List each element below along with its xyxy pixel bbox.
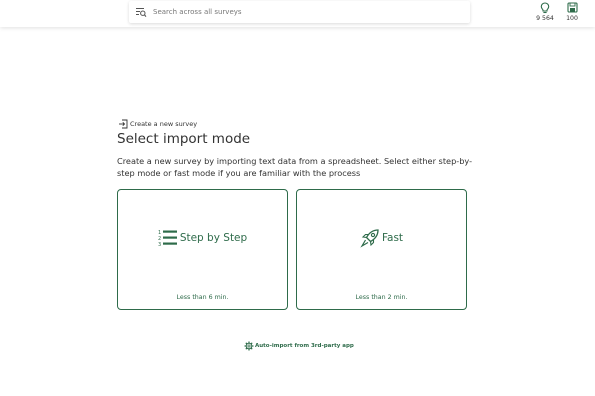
page-description: Create a new survey by importing text da… [117,156,473,178]
numbered-list-icon: 1 2 3 [158,229,178,247]
fast-card[interactable]: Fast Less than 2 min. [296,189,467,310]
auto-import-link[interactable]: Auto-import from 3rd-party app [244,341,354,351]
auto-import-label: Auto-import from 3rd-party app [255,343,354,349]
breadcrumb[interactable]: Create a new survey [118,119,197,129]
search-list-icon [135,6,147,18]
step-by-step-label: Step by Step [179,232,248,244]
gear-icon [244,341,254,351]
search-input[interactable]: Search across all surveys [153,8,242,16]
svg-text:3: 3 [158,242,161,247]
save-count: 100 [566,15,578,22]
search-bar[interactable]: Search across all surveys [129,1,470,23]
rocket-icon [360,228,380,248]
lightbulb-count: 9 564 [536,15,554,22]
save-icon [560,2,584,14]
fast-label: Fast [381,232,404,244]
save-stat[interactable]: 100 [560,2,584,22]
page-title: Select import mode [117,131,251,147]
step-by-step-time: Less than 6 min. [176,294,229,301]
lightbulb-stat[interactable]: 9 564 [533,2,557,22]
top-bar: Search across all surveys 9 564 100 [0,0,595,27]
breadcrumb-label: Create a new survey [130,120,198,128]
step-by-step-card[interactable]: 1 2 3 Step by Step Less than 6 min. [117,189,288,310]
lightbulb-icon [533,2,557,14]
import-icon [118,119,128,129]
fast-time: Less than 2 min. [355,294,408,301]
